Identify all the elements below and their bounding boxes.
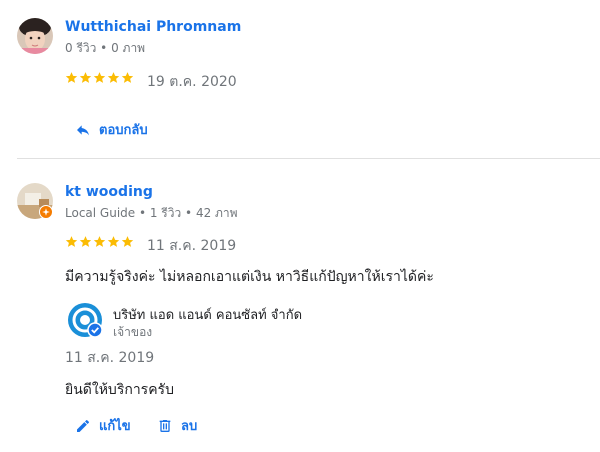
reviewer-meta: Local Guide • 1 รีวิว • 42 ภาพ [65, 206, 238, 220]
star-icon [79, 72, 92, 83]
local-guide-badge-icon [39, 205, 53, 219]
review-divider [17, 158, 600, 159]
review-date: 19 ต.ค. 2020 [147, 74, 237, 90]
star-icon [93, 72, 106, 83]
avatar[interactable] [17, 18, 53, 54]
review-text: มีความรู้จริงค่ะ ไม่หลอกเอาแต่เงิน หาวิธ… [65, 269, 434, 285]
review-date: 11 ส.ค. 2019 [147, 238, 237, 254]
edit-button[interactable]: แก้ไข [75, 415, 131, 436]
edit-label: แก้ไข [99, 419, 131, 434]
star-icon [65, 236, 78, 247]
star-rating [65, 235, 134, 251]
star-icon [107, 236, 120, 247]
owner-logo [68, 303, 103, 338]
trash-icon [159, 419, 171, 432]
delete-label: ลบ [181, 419, 198, 434]
owner-name: บริษัท แอด แอนด์ คอนซัลท์ จำกัด [113, 308, 303, 323]
star-icon [65, 72, 78, 83]
star-icon [93, 236, 106, 247]
reply-label: ตอบกลับ [99, 123, 148, 138]
reviewer-meta: 0 รีวิว • 0 ภาพ [65, 41, 146, 55]
owner-response-text: ยินดีให้บริการครับ [65, 382, 174, 398]
reply-icon [77, 124, 89, 135]
star-icon [121, 236, 134, 247]
avatar[interactable] [17, 183, 53, 219]
reviewer-name[interactable]: kt wooding [65, 184, 153, 200]
reply-button[interactable]: ตอบกลับ [75, 119, 148, 140]
star-icon [107, 72, 120, 83]
pencil-icon [77, 419, 89, 432]
star-icon [79, 236, 92, 247]
delete-button[interactable]: ลบ [157, 415, 197, 436]
star-rating [65, 71, 134, 87]
reviewer-name[interactable]: Wutthichai Phromnam [65, 19, 241, 35]
owner-response-date: 11 ส.ค. 2019 [65, 350, 155, 366]
owner-label: เจ้าของ [113, 325, 153, 339]
star-icon [121, 72, 134, 83]
